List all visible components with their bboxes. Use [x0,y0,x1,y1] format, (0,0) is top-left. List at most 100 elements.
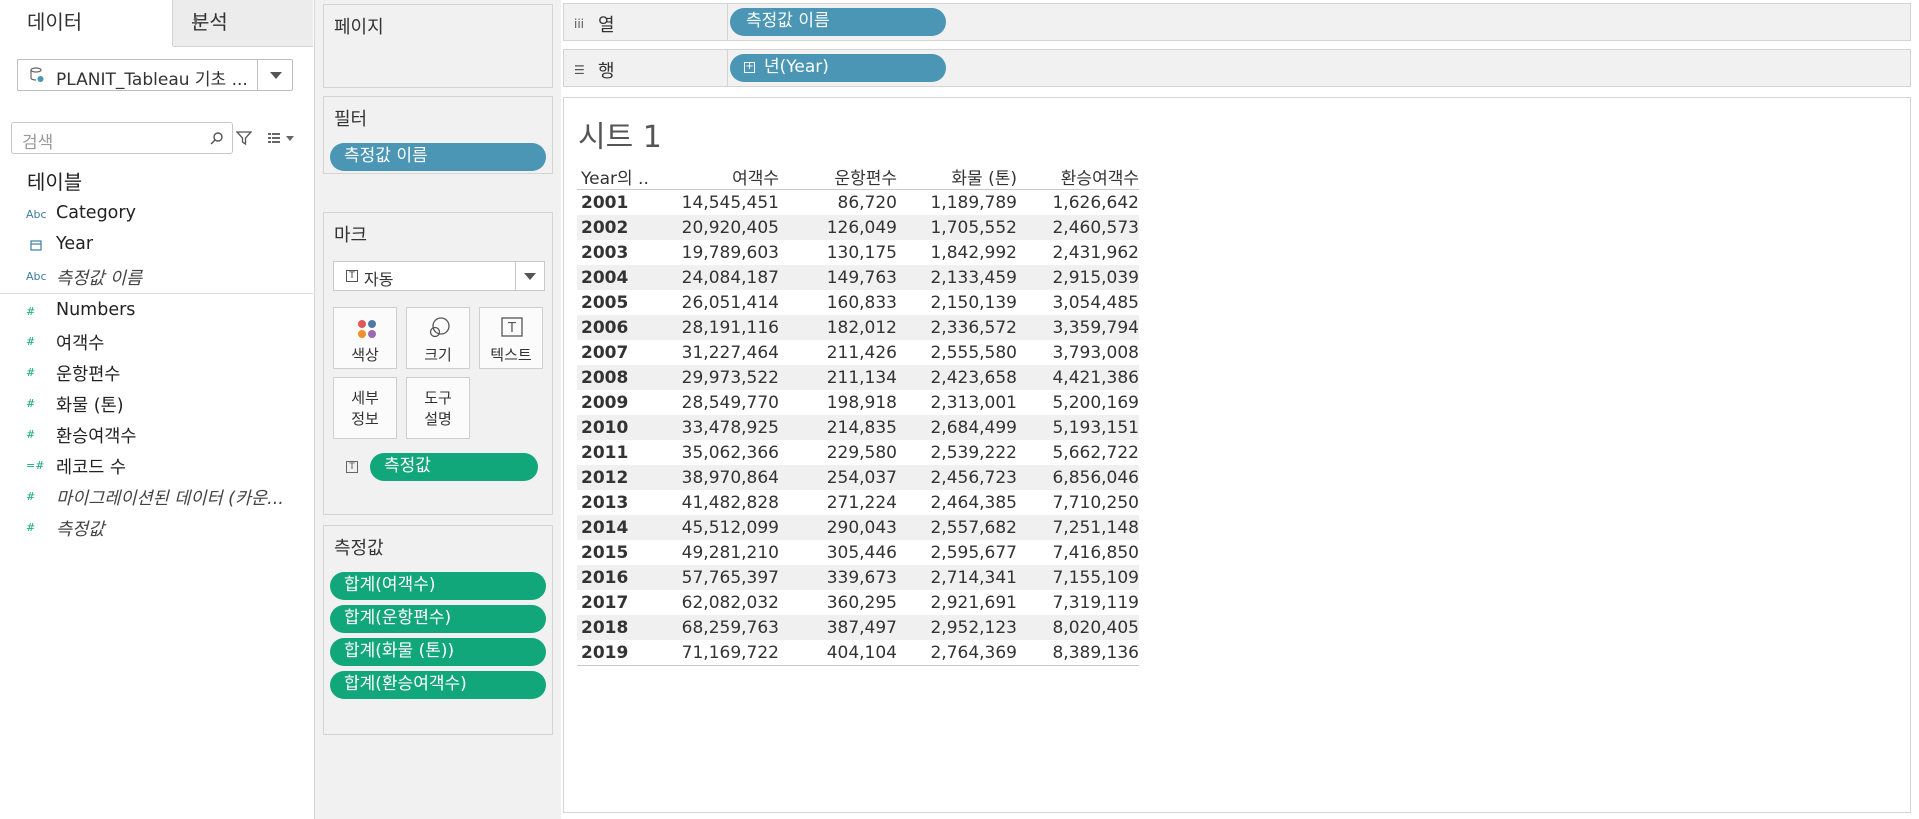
value-cell: 57,765,397 [661,565,779,590]
value-cell: 182,012 [779,315,897,340]
value-cell: 130,175 [826,242,897,263]
field-numbers[interactable]: # Numbers [0,298,313,328]
value-cell: 28,549,770 [681,392,779,413]
field-cargo[interactable]: # 화물 (톤) [0,390,313,420]
table-row[interactable]: 2001 14,545,451 86,720 1,189,789 1,626,642 [577,190,1139,216]
table-row[interactable]: 2014 45,512,099 290,043 2,557,682 7,251,148 [577,515,1139,540]
field-category[interactable]: Abc Category [0,201,313,231]
value-cell: 19,789,603 [681,242,779,263]
filters-card[interactable]: 필터 측정값 이름 [323,96,553,174]
measure-header[interactable]: 운항편수 [779,164,897,190]
table-row[interactable]: 2011 35,062,366 229,580 2,539,222 5,662,722 [577,440,1139,465]
chevron-down-icon[interactable] [257,60,292,90]
datasource-select[interactable]: PLANIT_Tableau 기초 ... [17,59,293,91]
marks-title: 마크 [334,225,368,246]
detail-button[interactable]: 세부 정보 [333,377,397,439]
columns-label: 열 [598,15,615,36]
crosstab: Year의 .. 여객수 운항편수 화물 (톤) 환승여객수 2001 14,545,45… [577,164,1139,666]
value-cell: 35,062,366 [681,442,779,463]
measure-pill[interactable]: 합계(여객수) [330,572,546,600]
mark-type-label: 자동 [364,270,394,289]
measure-header[interactable]: 여객수 [661,164,779,190]
table-row[interactable]: 2003 19,789,603 130,175 1,842,992 2,431,962 [577,240,1139,265]
measure-pill[interactable]: 합계(화물 (톤)) [330,638,546,666]
year-cell: 2019 [577,640,661,666]
table-row[interactable]: 2016 57,765,397 339,673 2,714,341 7,155,109 [577,565,1139,590]
expand-icon[interactable]: + [744,62,755,73]
columns-shelf[interactable]: iii 열 측정값 이름 [563,3,1911,41]
filter-pill-measure-names[interactable]: 측정값 이름 [330,143,546,171]
value-cell: 4,421,386 [1017,365,1139,390]
field-measure-values[interactable]: # 측정값 [0,514,313,544]
color-label: 색상 [351,346,379,364]
value-cell: 254,037 [779,465,897,490]
year-cell: 2007 [581,342,629,363]
value-cell: 41,482,828 [681,492,779,513]
table-row[interactable]: 2002 20,920,405 126,049 1,705,552 2,460,573 [577,215,1139,240]
tab-analysis[interactable]: 분석 ⬍ [173,0,313,47]
value-cell: 24,084,187 [661,265,779,290]
tooltip-button[interactable]: 도구 설명 [406,377,470,439]
tab-data[interactable]: 데이터 [0,0,173,46]
year-header[interactable]: Year의 .. [577,164,661,190]
value-cell: 126,049 [779,215,897,240]
table-row[interactable]: 2005 26,051,414 160,833 2,150,139 3,054,485 [577,290,1139,315]
mark-type-select[interactable]: T 자동 [333,261,545,291]
value-cell: 14,545,451 [681,192,779,213]
field-flights[interactable]: # 운항편수 [0,359,313,389]
measure-header[interactable]: 환승여객수 [1017,164,1139,190]
table-row[interactable]: 2018 68,259,763 387,497 2,952,123 8,020,405 [577,615,1139,640]
sheet-title: 시트 1 [578,120,662,155]
size-label: 크기 [424,346,452,364]
table-row[interactable]: 2017 62,082,032 360,295 2,921,691 7,319,119 [577,590,1139,615]
table-row[interactable]: 2015 49,281,210 305,446 2,595,677 7,416,850 [577,540,1139,565]
filter-icon[interactable] [236,130,252,146]
pages-card[interactable]: 페이지 [323,4,553,88]
field-record-count[interactable]: =# 레코드 수 [0,452,313,482]
field-year[interactable]: Year [0,232,313,262]
year-cell: 2013 [581,492,629,513]
measure-pill[interactable]: 합계(환승여객수) [330,671,546,699]
field-label: 마이그레이션된 데이터 (카운... [56,489,284,509]
color-button[interactable]: 색상 [333,307,397,369]
table-row[interactable]: 2007 31,227,464 211,426 2,555,580 3,793,008 [577,340,1139,365]
year-cell: 2012 [577,465,661,490]
measure-header[interactable]: 화물 (톤) [897,164,1017,190]
value-cell: 2,431,962 [1052,242,1139,263]
field-transfer-passengers[interactable]: # 환승여객수 [0,421,313,451]
field-label: Year [56,234,94,254]
chevron-down-icon[interactable] [515,262,544,290]
value-cell: 7,155,109 [1017,565,1139,590]
table-row[interactable]: 2010 33,478,925 214,835 2,684,499 5,193,151 [577,415,1139,440]
search-field[interactable]: 검색 [11,122,233,154]
field-label: 운항편수 [56,365,121,385]
field-measure-names[interactable]: Abc 측정값 이름 [0,263,313,293]
table-row[interactable]: 2012 38,970,864 254,037 2,456,723 6,856,046 [577,465,1139,490]
table-row[interactable]: 2008 29,973,522 211,134 2,423,658 4,421,386 [577,365,1139,390]
value-cell: 1,705,552 [897,215,1017,240]
table-row[interactable]: 2019 71,169,722 404,104 2,764,369 8,389,136 [577,640,1139,666]
header-row: Year의 .. 여객수 운항편수 화물 (톤) 환승여객수 [577,164,1139,190]
columns-pill-measure-names[interactable]: 측정값 이름 [730,8,946,36]
rows-label: 행 [598,61,615,82]
table-row[interactable]: 2013 41,482,828 271,224 2,464,385 7,710,250 [577,490,1139,515]
value-cell: 2,423,658 [897,365,1017,390]
value-cell: 290,043 [779,515,897,540]
field-migrated-data[interactable]: # 마이그레이션된 데이터 (카운... [0,483,313,513]
table-row[interactable]: 2004 24,084,187 149,763 2,133,459 2,915,039 [577,265,1139,290]
table-row[interactable]: 2009 28,549,770 198,918 2,313,001 5,200,169 [577,390,1139,415]
value-cell: 8,020,405 [1017,615,1139,640]
marks-pill-measure-values[interactable]: 측정값 [370,453,538,481]
size-button[interactable]: 크기 [406,307,470,369]
rows-pill-year[interactable]: + 년(Year) [730,54,946,82]
label-button[interactable]: T 텍스트 [479,307,543,369]
svg-text:T: T [507,321,516,336]
table-row[interactable]: 2006 28,191,116 182,012 2,336,572 3,359,794 [577,315,1139,340]
rows-shelf[interactable]: ☰ 행 + 년(Year) [563,49,1911,87]
cards-column: 페이지 필터 측정값 이름 마크 T 자동 색상 크기 T 텍스트 세부 정보 … [315,0,561,819]
measure-pill[interactable]: 합계(운항편수) [330,605,546,633]
field-passengers[interactable]: # 여객수 [0,328,313,358]
value-cell: 387,497 [779,615,897,640]
field-label: 레코드 수 [56,458,126,478]
view-options-icon[interactable] [266,130,296,146]
